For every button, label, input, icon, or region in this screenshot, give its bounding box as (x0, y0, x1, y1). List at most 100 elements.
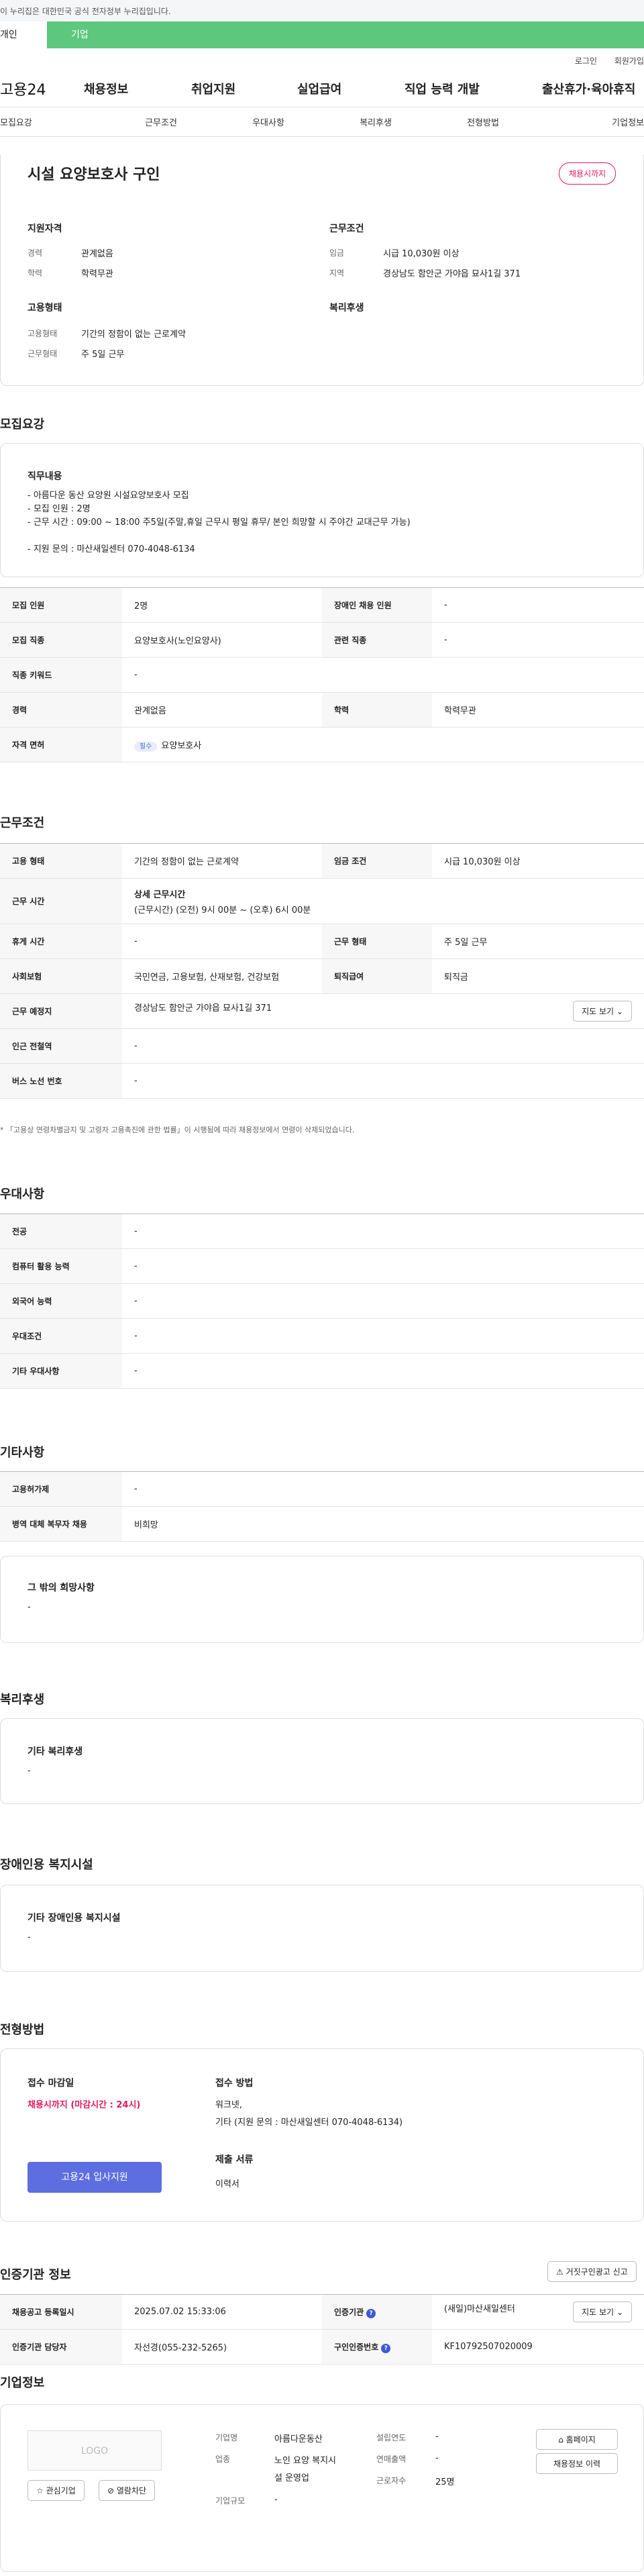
qual-title: 지원자격 (28, 224, 62, 234)
row-label: 병역 대체 복무자 채용 (0, 1506, 122, 1542)
gnb-menu-jobs[interactable]: 채용정보 (84, 80, 191, 97)
favorite-button-label: 관심기업 (46, 2486, 76, 2495)
tab-biz[interactable]: 기업 (47, 21, 644, 48)
gnb-menu-leave[interactable]: 출산휴가·육아휴직 (542, 80, 643, 97)
agency-map-button[interactable]: 지도 보기 ⌄ (573, 2301, 632, 2322)
row-label: 전공 (0, 1213, 122, 1249)
row-value: - (432, 622, 644, 658)
gnb-menu-benefit[interactable]: 실업급여 (297, 80, 405, 97)
anchor-welfare[interactable]: 복리후생 (322, 115, 429, 128)
conditions-table: 고용 형태 기간의 정함이 없는 근로계약 임금 조건 시급 10,030원 이… (0, 843, 644, 1099)
table-row: 채용공고 등록일시 2025.07.02 15:33:06 인증기관? (새일)… (0, 2294, 644, 2330)
audience-tabs: 개인 기업 (0, 21, 644, 48)
facility-section-title: 장애인용 복지시설 (0, 1858, 93, 1872)
row-label: 인증기관 담당자 (0, 2329, 122, 2365)
conditions-section-title: 근무조건 (0, 816, 45, 830)
emp-title: 고용형태 (28, 303, 62, 313)
gov-banner: 이 누리집은 대한민국 공식 전자정부 누리집입니다. (0, 0, 644, 21)
table-row: 휴게 시간 - 근무 형태 주 5일 근무 (0, 924, 644, 959)
bullet-icon: * (0, 1126, 6, 1134)
chevron-down-icon: ⌄ (616, 1007, 623, 1016)
anchor-process[interactable]: 전형방법 (429, 115, 537, 128)
home-icon: ⌂ (558, 2435, 566, 2444)
chevron-down-icon: ⌄ (616, 2308, 623, 2317)
welfare-section-title: 복리후생 (0, 1693, 45, 1707)
docs-value: 이력서 (215, 2179, 239, 2189)
est-label: 설립연도 (376, 2433, 407, 2442)
info-icon[interactable]: ? (381, 2343, 391, 2353)
gnb-menu-training[interactable]: 직업 능력 개발 (405, 80, 542, 97)
homepage-button[interactable]: ⌂ 홈페이지 (536, 2429, 618, 2450)
deadline-value: 채용시까지 (마감시간 : 24시) (28, 2100, 141, 2110)
anchor-conditions[interactable]: 근무조건 (107, 115, 215, 128)
info-icon[interactable]: ? (366, 2308, 376, 2318)
anchor-preference[interactable]: 우대사항 (215, 115, 322, 128)
emptype-label: 고용형태 (28, 329, 58, 338)
row-value: - (122, 1028, 644, 1064)
join-link[interactable]: 회원가입 (614, 56, 644, 66)
block-button[interactable]: ⊘ 열람차단 (99, 2480, 156, 2501)
cert-number-label: 구인인증번호? (322, 2329, 432, 2365)
recruit-section-title: 모집요강 (0, 417, 45, 432)
age-notice-text: 「고용상 연령차별금지 및 고령자 고용촉진에 관한 법률」이 시행됨에 따라 … (6, 1126, 355, 1134)
table-row: 외국어 능력 - (0, 1283, 644, 1319)
row-label: 임금 조건 (322, 843, 432, 879)
anchor-nav: 모집요강 근무조건 우대사항 복리후생 전형방법 기업정보 (0, 107, 644, 137)
row-label: 근무 형태 (322, 924, 432, 959)
facility-card: 기타 장애인용 복지시설 - (0, 1885, 644, 1972)
etc-table: 고용허가제 - 병역 대체 복무자 채용 비희망 (0, 1471, 644, 1542)
homepage-button-label: 홈페이지 (566, 2435, 596, 2444)
recruit-table: 모집 인원 2명 장애인 채용 인원 - 모집 직종 요양보호사(노인요양사) … (0, 587, 644, 762)
scale-label: 기업규모 (215, 2496, 246, 2506)
industry-line-1: 노인 요양 복지시 (274, 2456, 336, 2466)
report-button-label: 거짓구인광고 신고 (566, 2267, 628, 2277)
company-logo: LOGO (28, 2430, 162, 2471)
work-title: 근무조건 (329, 224, 364, 234)
preference-section-title: 우대사항 (0, 1187, 45, 1201)
anchor-company[interactable]: 기업정보 (537, 115, 644, 128)
row-label: 근무 시간 (0, 878, 122, 924)
table-row: 모집 직종 요양보호사(노인요양사) 관련 직종 - (0, 622, 644, 658)
process-section-title: 전형방법 (0, 2023, 45, 2037)
row-value: - (122, 924, 322, 959)
alert-icon: ⚠ (556, 2267, 566, 2277)
row-value: 자선경(055-232-5265) (122, 2329, 322, 2365)
table-row: 자격 면허 필수 요양보호사 (0, 727, 644, 762)
map-button-label: 지도 보기 (582, 1007, 614, 1016)
license-value: 요양보호사 (161, 741, 202, 751)
map-button[interactable]: 지도 보기 ⌄ (573, 1001, 632, 1022)
edu-value: 학력무관 (81, 269, 113, 279)
employee-label: 근로자수 (376, 2476, 407, 2485)
history-button[interactable]: 채용정보 이력 (536, 2453, 618, 2474)
login-link[interactable]: 로그인 (575, 56, 597, 66)
cert-agency-cell: (새일)마산새일센터 지도 보기 ⌄ (432, 2294, 644, 2330)
site-logo[interactable]: 고용24 (0, 78, 84, 99)
apply-button[interactable]: 고용24 입사지원 (28, 2162, 162, 2193)
row-value: - (122, 1213, 644, 1249)
table-row: 경력 관계없음 학력 학력무관 (0, 692, 644, 728)
row-label: 경력 (0, 692, 122, 728)
tab-person[interactable]: 개인 (0, 21, 47, 48)
table-row: 사회보험 국민연금, 고용보험, 산재보험, 건강보험 퇴직급여 퇴직금 (0, 958, 644, 994)
row-label: 사회보험 (0, 958, 122, 994)
report-button[interactable]: ⚠ 거짓구인광고 신고 (547, 2261, 637, 2282)
gnb-menu-support[interactable]: 취업지원 (191, 80, 297, 97)
row-label: 채용공고 등록일시 (0, 2294, 122, 2330)
license-cell: 필수 요양보호사 (122, 727, 644, 762)
row-label: 외국어 능력 (0, 1283, 122, 1319)
anchor-recruit[interactable]: 모집요강 (0, 115, 107, 128)
welfare-etc-value: - (28, 1766, 31, 1776)
favorite-button[interactable]: ☆ 관심기업 (28, 2480, 85, 2501)
cert-section-title: 인증기관 정보 (0, 2268, 71, 2282)
table-row: 병역 대체 복무자 채용 비희망 (0, 1506, 644, 1542)
wage-label: 임금 (329, 248, 345, 258)
worktype-value: 주 5일 근무 (81, 350, 125, 360)
row-label: 컴퓨터 활용 능력 (0, 1248, 122, 1284)
row-label: 우대조건 (0, 1318, 122, 1354)
employee-value: 25명 (435, 2477, 455, 2487)
docs-title: 제출 서류 (215, 2154, 254, 2165)
edu-label: 학력 (28, 268, 43, 278)
wish-value: - (28, 1602, 31, 1612)
required-pill: 필수 (134, 742, 158, 752)
duty-line: - 근무 시간 : 09:00 ~ 18:00 주5일(주말,휴일 근무시 평일… (28, 517, 411, 528)
